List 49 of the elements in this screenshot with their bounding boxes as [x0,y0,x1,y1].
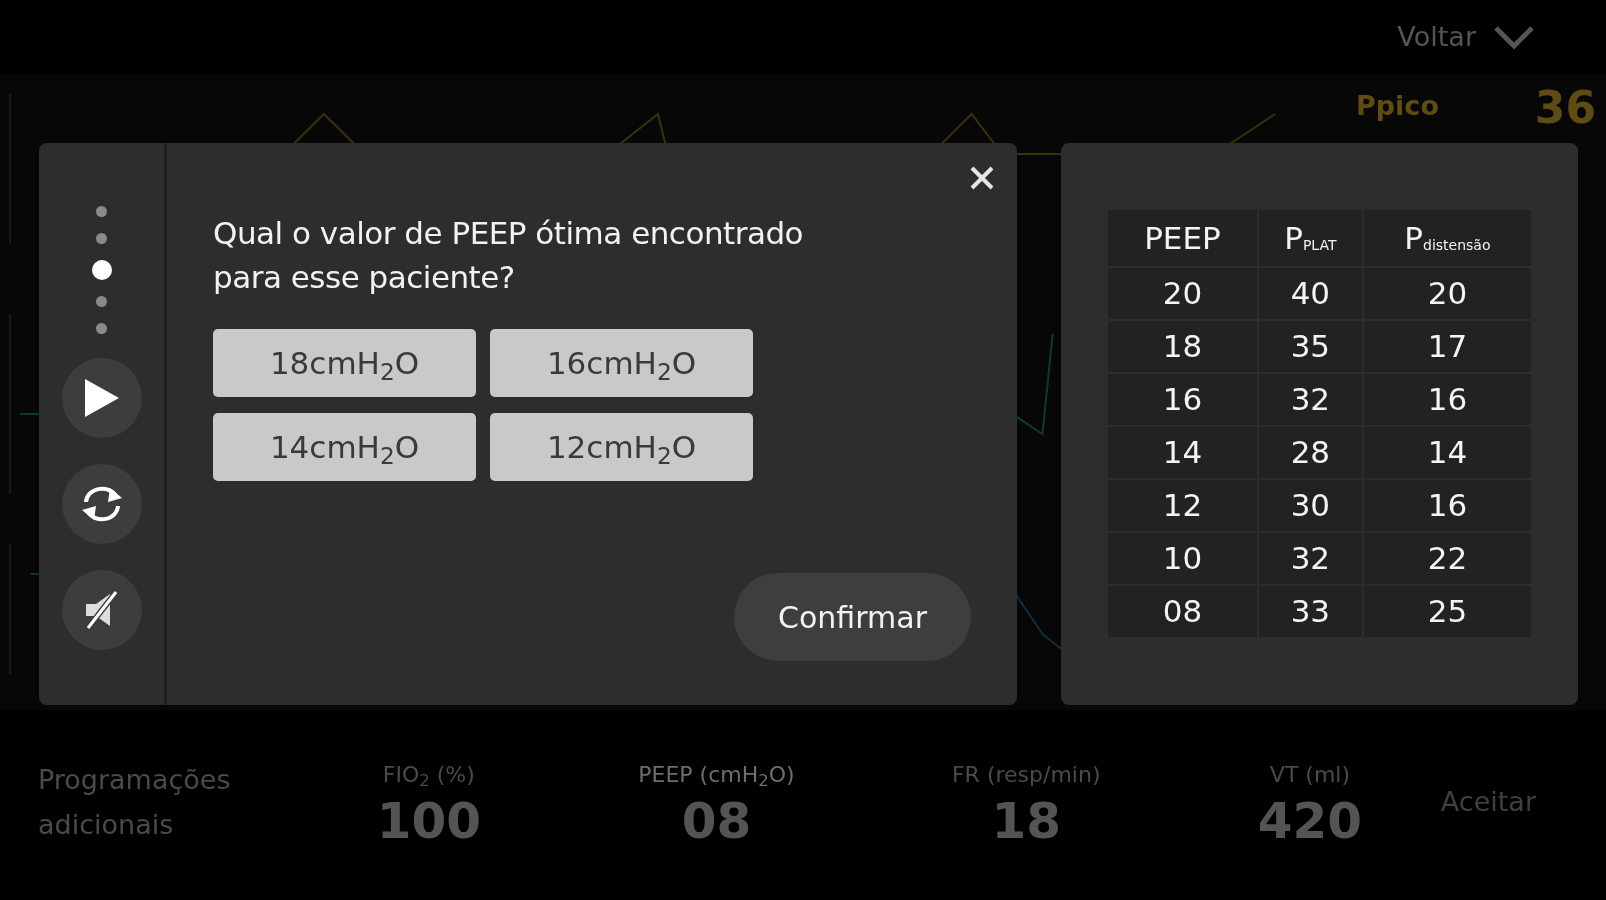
table-cell: 10 [1108,533,1257,584]
table-cell: 33 [1258,586,1362,637]
setting-label[interactable]: VT (ml) [1269,758,1351,791]
table-cell: 17 [1363,321,1531,372]
table-cell: 18 [1108,321,1257,372]
step-dot[interactable] [96,323,107,334]
parameter-value: 36 [1534,86,1596,130]
answer-option[interactable]: 18cmH$_{2}$O [213,329,476,398]
play-icon [82,378,121,418]
table-cell: 25 [1363,586,1531,637]
accept-button[interactable]: Aceitar [1440,782,1536,823]
table-cell: 08 [1108,586,1257,637]
close-icon [969,165,995,191]
table-cell: 16 [1363,480,1531,531]
question-text: Qual o valor de PEEP ótima encontrado para esse paciente? [213,214,805,297]
table-cell: 28 [1258,427,1362,478]
column-header: PEEP [1108,210,1257,266]
table-cell: 16 [1108,374,1257,425]
setting-value[interactable]: 420 [1257,791,1363,851]
table-cell: 20 [1108,268,1257,319]
step-dot[interactable] [96,206,107,217]
step-dot[interactable] [96,296,107,307]
setting-label[interactable]: FIO$_{2}$ (%) [382,758,475,791]
table-cell: 40 [1258,268,1362,319]
table-cell: 35 [1258,321,1362,372]
table-cell: 14 [1108,427,1257,478]
back-label[interactable]: Voltar [1397,16,1476,58]
table-cell: 16 [1363,374,1531,425]
table-cell: 12 [1108,480,1257,531]
confirm-button[interactable]: Confirmar [734,573,971,661]
settings-title: Programações adicionais [38,763,232,842]
table-cell: 32 [1258,374,1362,425]
answer-option[interactable]: 16cmH$_{2}$O [490,329,753,398]
answer-option[interactable]: 14cmH$_{2}$O [213,413,476,482]
table-cell: 14 [1363,427,1531,478]
step-dot[interactable] [96,233,107,244]
setting-value[interactable]: 18 [991,791,1062,851]
table-cell: 30 [1258,480,1362,531]
setting-value[interactable]: 08 [681,791,752,851]
setting-label[interactable]: PEEP (cmH$_{2}$O) [638,758,795,791]
table-cell: 20 [1363,268,1531,319]
setting-value[interactable]: 100 [376,791,481,851]
table-cell: 22 [1363,533,1531,584]
parameter-label: Ppico [1356,89,1439,123]
setting-label[interactable]: FR (resp/min) [951,758,1101,791]
table-cell: 32 [1258,533,1362,584]
step-dot[interactable] [91,260,112,280]
answer-option[interactable]: 12cmH$_{2}$O [490,413,753,482]
speaker-muted-icon [83,590,120,630]
